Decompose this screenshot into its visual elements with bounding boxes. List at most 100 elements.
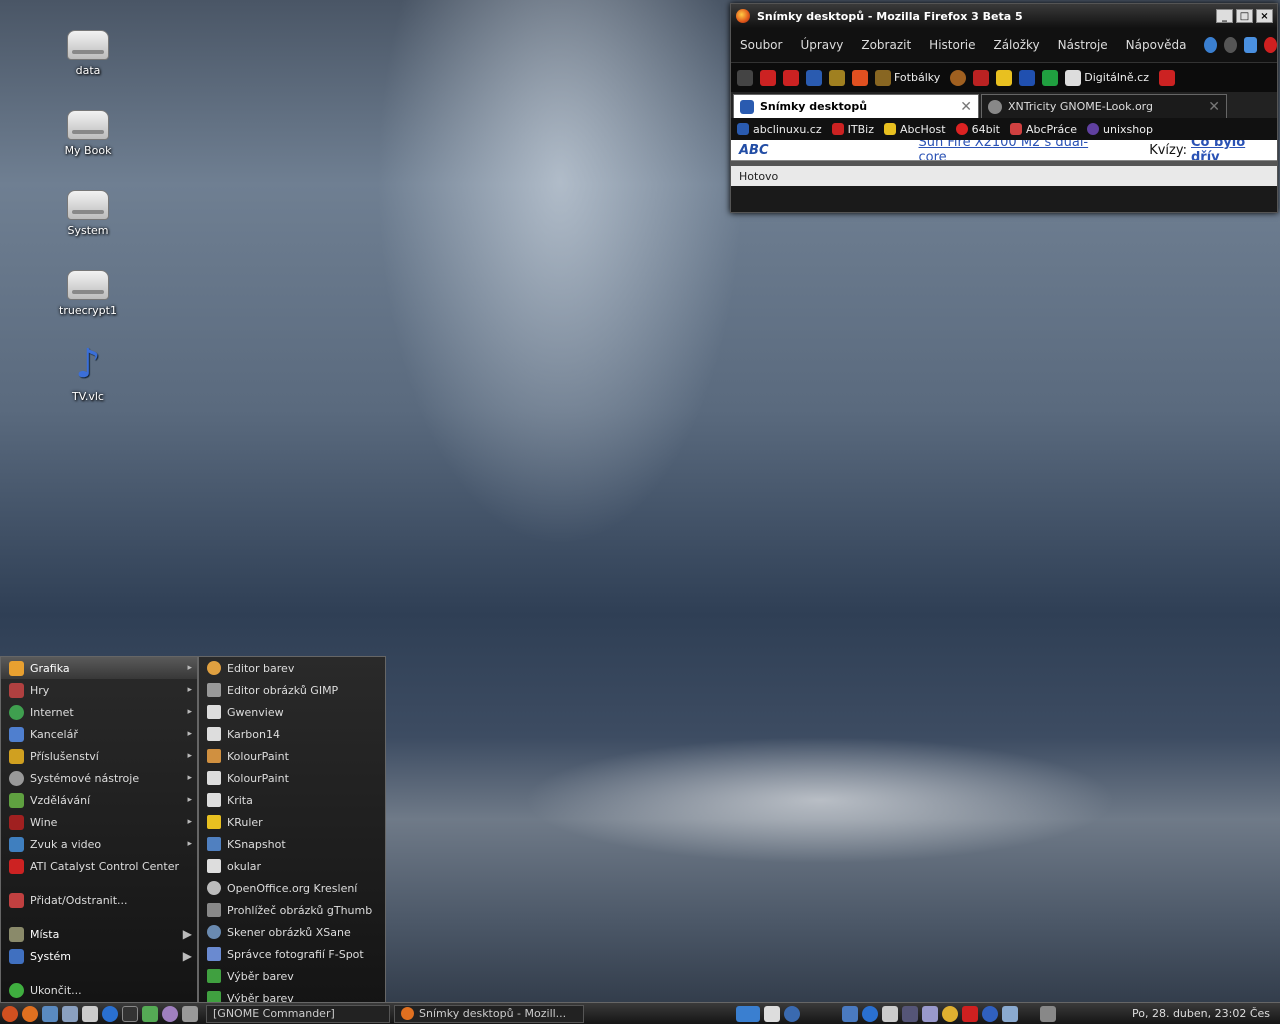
submenu-item-xsane[interactable]: Skener obrázků XSane <box>199 921 385 943</box>
submenu-item-openoffice-kresleni[interactable]: OpenOffice.org Kreslení <box>199 877 385 899</box>
info-icon[interactable] <box>783 69 799 86</box>
desktop-icon-system[interactable]: System <box>48 190 128 237</box>
bookmark-icon[interactable] <box>1042 69 1059 86</box>
news-link[interactable]: Sun Fire X2100 M2 s dual-core <box>919 140 1114 160</box>
tab-xntricity[interactable]: XNTricity GNOME-Look.org ✕ <box>981 94 1227 118</box>
network-icon[interactable] <box>1002 1005 1018 1022</box>
home-icon[interactable] <box>1244 37 1258 53</box>
bookmark-icon[interactable] <box>737 69 753 86</box>
submenu-item-ksnapshot[interactable]: KSnapshot <box>199 833 385 855</box>
menu-nastroje[interactable]: Nástroje <box>1058 38 1108 52</box>
menu-item-vzdelavani[interactable]: Vzdělávání ▸ <box>1 789 197 811</box>
submenu-item-editor-barev[interactable]: Editor barev <box>199 657 385 679</box>
reload-icon[interactable] <box>1204 37 1218 53</box>
app-launcher-icon[interactable] <box>182 1005 198 1022</box>
disk-launcher-icon[interactable] <box>62 1005 78 1022</box>
tray-app-icon[interactable] <box>962 1005 978 1022</box>
window-titlebar[interactable]: Snímky desktopů - Mozilla Firefox 3 Beta… <box>731 4 1277 28</box>
pidgin-launcher-icon[interactable] <box>162 1005 178 1022</box>
calculator-launcher-icon[interactable] <box>142 1005 158 1022</box>
menu-item-wine[interactable]: Wine ▸ <box>1 811 197 833</box>
pct-icon[interactable] <box>1019 69 1036 86</box>
menu-item-kancelar[interactable]: Kancelář ▸ <box>1 723 197 745</box>
menu-item-system[interactable]: Systém ▶ <box>1 945 197 967</box>
globe-icon[interactable] <box>950 69 967 86</box>
menu-upravy[interactable]: Úpravy <box>800 38 843 52</box>
menu-item-places[interactable]: Místa ▶ <box>1 923 197 945</box>
minimize-button[interactable]: _ <box>1216 9 1233 23</box>
desktop-icon-truecrypt1[interactable]: truecrypt1 <box>48 270 128 317</box>
film-icon[interactable] <box>973 69 990 86</box>
maximize-button[interactable]: □ <box>1236 9 1253 23</box>
main-menu-icon[interactable] <box>2 1005 18 1022</box>
desktop-icon-my-book[interactable]: My Book <box>48 110 128 157</box>
link-abcprace[interactable]: AbcPráce <box>1026 123 1077 136</box>
zive-icon[interactable] <box>852 69 868 86</box>
desktop-icon-tv-vlc[interactable]: ♪ TV.vlc <box>48 342 128 403</box>
youtube-icon[interactable] <box>760 69 776 86</box>
firefox-launcher-icon[interactable] <box>22 1005 38 1022</box>
menu-item-ati-catalyst[interactable]: ATI Catalyst Control Center <box>1 855 197 877</box>
submenu-item-kolourpaint-2[interactable]: KolourPaint <box>199 767 385 789</box>
submenu-item-karbon14[interactable]: Karbon14 <box>199 723 385 745</box>
link-unixshop[interactable]: unixshop <box>1103 123 1153 136</box>
volume-icon[interactable] <box>1040 1005 1056 1022</box>
tray-app-icon[interactable] <box>862 1005 878 1022</box>
menu-soubor[interactable]: Soubor <box>740 38 782 52</box>
workspace-switcher-icon[interactable] <box>736 1005 760 1022</box>
menu-item-add-remove[interactable]: Přidat/Odstranit... <box>1 889 197 911</box>
link-abchost[interactable]: AbcHost <box>900 123 946 136</box>
menu-item-systemove-nastroje[interactable]: Systémové nástroje ▸ <box>1 767 197 789</box>
menu-item-prislusenstvi[interactable]: Příslušenství ▸ <box>1 745 197 767</box>
menu-item-grafika[interactable]: Grafika ▸ <box>1 657 197 679</box>
submenu-item-okular[interactable]: okular <box>199 855 385 877</box>
mail-launcher-icon[interactable] <box>42 1005 58 1022</box>
submenu-item-krita[interactable]: Krita <box>199 789 385 811</box>
submenu-item-kolourpaint[interactable]: KolourPaint <box>199 745 385 767</box>
terminal-launcher-icon[interactable] <box>122 1005 138 1022</box>
submenu-item-gwenview[interactable]: Gwenview <box>199 701 385 723</box>
bookmark-icon[interactable] <box>829 69 845 86</box>
imdb-icon[interactable] <box>996 69 1013 86</box>
menu-item-internet[interactable]: Internet ▸ <box>1 701 197 723</box>
close-button[interactable]: × <box>1256 9 1273 23</box>
bookmark-fotbalky[interactable]: Fotbálky <box>894 71 940 84</box>
trash-icon[interactable] <box>842 1005 858 1022</box>
adblock-icon[interactable] <box>1264 37 1277 53</box>
penguin-icon[interactable] <box>764 1005 780 1022</box>
menu-item-hry[interactable]: Hry ▸ <box>1 679 197 701</box>
task-firefox[interactable]: Snímky desktopů - Mozill... <box>394 1004 584 1023</box>
close-tab-icon[interactable]: ✕ <box>1208 99 1220 115</box>
submenu-item-kruler[interactable]: KRuler <box>199 811 385 833</box>
tray-app-icon[interactable] <box>902 1005 918 1022</box>
abclinuxu-icon[interactable] <box>806 69 822 86</box>
tray-penguin-icon[interactable] <box>882 1005 898 1022</box>
submenu-item-gimp[interactable]: Editor obrázků GIMP <box>199 679 385 701</box>
menu-historie[interactable]: Historie <box>929 38 975 52</box>
menu-item-zvuk-a-video[interactable]: Zvuk a video ▸ <box>1 833 197 855</box>
bookmark-icon[interactable] <box>1158 69 1175 86</box>
submenu-item-vyber-barev[interactable]: Výběr barev <box>199 965 385 987</box>
tray-app-icon[interactable] <box>922 1005 938 1022</box>
close-tab-icon[interactable]: ✕ <box>960 99 972 115</box>
bluetooth-icon[interactable] <box>982 1005 998 1022</box>
submenu-item-f-spot[interactable]: Správce fotografií F-Spot <box>199 943 385 965</box>
search-icon[interactable] <box>942 1005 958 1022</box>
clock[interactable]: Po, 28. duben, 23:02 Čes <box>1132 1007 1270 1020</box>
menu-zalozky[interactable]: Záložky <box>993 38 1039 52</box>
link-64bit[interactable]: 64bit <box>972 123 1000 136</box>
thunderbird-icon[interactable] <box>784 1005 800 1022</box>
penguin-launcher-icon[interactable] <box>82 1005 98 1022</box>
menu-napoveda[interactable]: Nápověda <box>1126 38 1187 52</box>
browser-launcher-icon[interactable] <box>102 1005 118 1022</box>
menu-zobrazit[interactable]: Zobrazit <box>861 38 911 52</box>
kvizy-link[interactable]: Co bylo dřív <box>1191 140 1277 160</box>
link-itbiz[interactable]: ITBiz <box>848 123 874 136</box>
task-gnome-commander[interactable]: [GNOME Commander] <box>206 1004 390 1023</box>
abc-logo[interactable]: ABC <box>739 143 769 158</box>
desktop-icon-data[interactable]: data <box>48 30 128 77</box>
stop-icon[interactable] <box>1224 37 1238 53</box>
tab-snimky-desktopu[interactable]: Snímky desktopů ✕ <box>733 94 979 118</box>
menu-item-logout[interactable]: Ukončit... <box>1 979 197 1001</box>
bookmark-digitalne[interactable]: Digitálně.cz <box>1084 71 1149 84</box>
